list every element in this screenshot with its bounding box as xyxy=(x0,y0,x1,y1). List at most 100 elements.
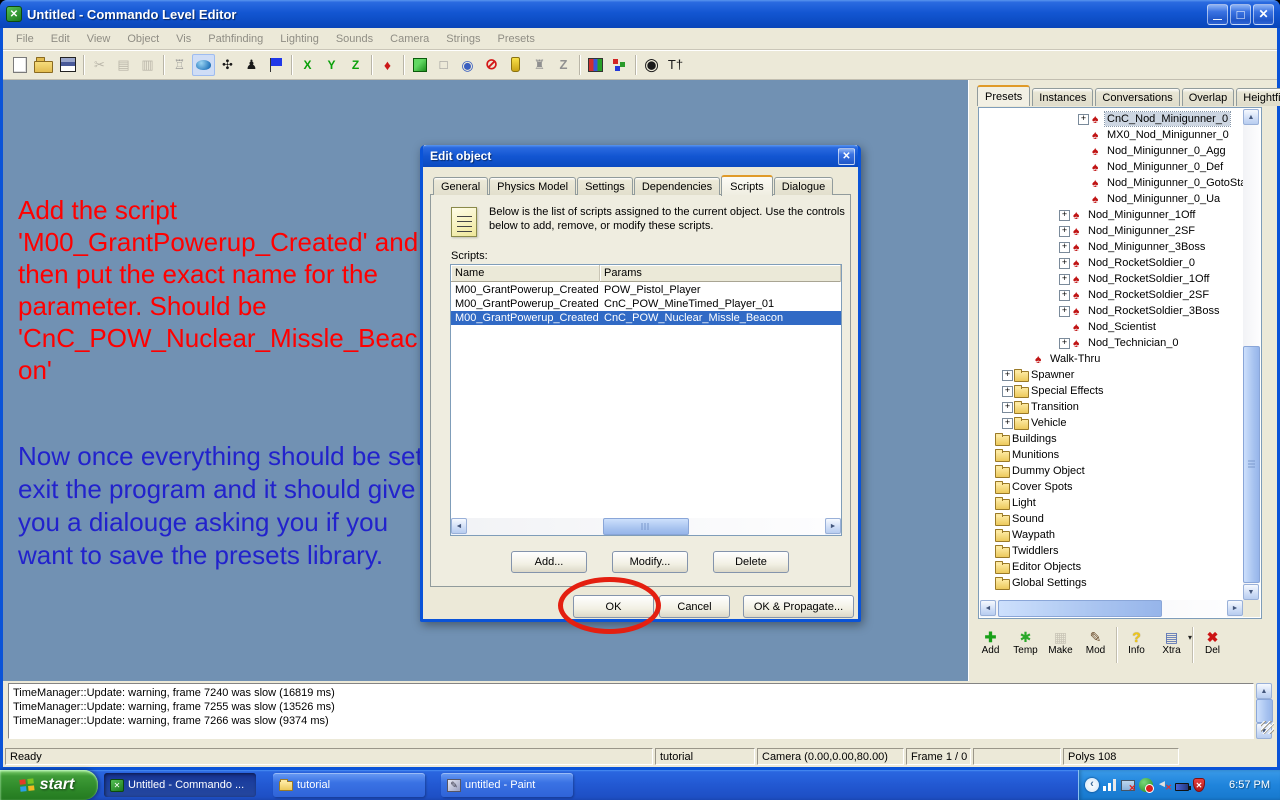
list-horizontal-scrollbar[interactable] xyxy=(451,518,841,535)
copy-icon[interactable]: ▤ xyxy=(112,54,135,76)
temp-preset-button[interactable]: ✱ Temp xyxy=(1010,627,1041,656)
paste-icon[interactable]: ▥ xyxy=(136,54,159,76)
camera-rig-icon[interactable]: ♖ xyxy=(168,54,191,76)
menu-item[interactable]: Presets xyxy=(494,31,539,47)
tree-item[interactable]: Waypath xyxy=(980,527,1243,543)
solid-cube-icon[interactable] xyxy=(408,54,431,76)
drop-to-ground-icon[interactable]: ♦ xyxy=(376,54,399,76)
expand-toggle-icon[interactable] xyxy=(1077,143,1090,159)
dialog-tab[interactable]: Settings xyxy=(577,177,633,195)
expand-toggle-icon[interactable] xyxy=(1058,287,1071,303)
tree-vertical-scrollbar[interactable] xyxy=(1243,109,1260,600)
cut-icon[interactable]: ✂ xyxy=(88,54,111,76)
wireframe-cube-icon[interactable]: □ xyxy=(432,54,455,76)
rgb-dots-icon[interactable] xyxy=(608,54,631,76)
expand-toggle-icon[interactable] xyxy=(1077,159,1090,175)
tree-item[interactable]: Nod_RocketSoldier_1Off xyxy=(980,271,1243,287)
scroll-right-arrow[interactable] xyxy=(825,518,841,534)
expand-toggle-icon[interactable] xyxy=(1001,399,1014,415)
open-file-icon[interactable] xyxy=(32,54,55,76)
tree-item[interactable]: Walk-Thru xyxy=(980,351,1243,367)
tree-item[interactable]: Nod_Minigunner_0_Def xyxy=(980,159,1243,175)
expand-toggle-icon[interactable] xyxy=(1058,207,1071,223)
expand-toggle-icon[interactable] xyxy=(982,543,995,559)
tree-item[interactable]: Nod_Minigunner_2SF xyxy=(980,223,1243,239)
expand-toggle-icon[interactable] xyxy=(1001,415,1014,431)
tree-horizontal-scrollbar[interactable] xyxy=(980,600,1243,617)
tree-item[interactable]: Spawner xyxy=(980,367,1243,383)
battery-icon[interactable] xyxy=(1175,783,1189,791)
tree-item[interactable]: MX0_Nod_Minigunner_0 xyxy=(980,127,1243,143)
expand-toggle-icon[interactable] xyxy=(982,527,995,543)
tree-item[interactable]: Dummy Object xyxy=(980,463,1243,479)
make-preset-button[interactable]: ▦ Make xyxy=(1045,627,1076,656)
script-row[interactable]: M00_GrantPowerup_Created POW_Pistol_Play… xyxy=(451,283,841,297)
panel-tab[interactable]: Heightfield xyxy=(1236,88,1280,106)
menu-item[interactable]: View xyxy=(83,31,115,47)
text-tool-icon[interactable]: T† xyxy=(664,54,687,76)
window-titlebar[interactable]: Untitled - Commando Level Editor xyxy=(0,0,1280,28)
scroll-left-arrow[interactable] xyxy=(451,518,467,534)
expand-toggle-icon[interactable] xyxy=(1001,383,1014,399)
start-button[interactable]: start xyxy=(0,770,98,800)
scroll-track[interactable] xyxy=(467,518,825,535)
scroll-left-arrow[interactable] xyxy=(980,600,996,616)
add-preset-button[interactable]: ✚ Add xyxy=(975,627,1006,656)
tree-item[interactable]: Global Settings xyxy=(980,575,1243,591)
tree-item[interactable]: Nod_Minigunner_0_GotoStar xyxy=(980,175,1243,191)
menu-item[interactable]: Pathfinding xyxy=(204,31,267,47)
tree-item[interactable]: Transition xyxy=(980,399,1243,415)
zone-edit-icon[interactable]: Z xyxy=(552,54,575,76)
scroll-up-arrow[interactable] xyxy=(1256,683,1272,699)
script-row[interactable]: M00_GrantPowerup_Created CnC_POW_Nuclear… xyxy=(451,311,841,325)
expand-toggle-icon[interactable] xyxy=(982,447,995,463)
task-paint[interactable]: untitled - Paint xyxy=(441,773,573,797)
expand-toggle-icon[interactable] xyxy=(1058,303,1071,319)
lamp-icon[interactable] xyxy=(504,54,527,76)
expand-toggle-icon[interactable] xyxy=(1058,271,1071,287)
add-script-button[interactable]: Add... xyxy=(511,551,587,573)
tree-item[interactable]: Nod_Minigunner_0_Agg xyxy=(980,143,1243,159)
tree-item[interactable]: Nod_Scientist xyxy=(980,319,1243,335)
scroll-thumb[interactable] xyxy=(998,600,1162,617)
dialog-tab[interactable]: Dialogue xyxy=(774,177,833,195)
expand-toggle-icon[interactable] xyxy=(1077,111,1090,127)
teapot-object-icon[interactable] xyxy=(192,54,215,76)
tree-item[interactable]: Munitions xyxy=(980,447,1243,463)
menu-item[interactable]: Lighting xyxy=(276,31,323,47)
panel-tab[interactable]: Overlap xyxy=(1182,88,1235,106)
expand-toggle-icon[interactable] xyxy=(982,511,995,527)
delete-script-button[interactable]: Delete xyxy=(713,551,789,573)
volume-muted-icon[interactable] xyxy=(1157,778,1171,792)
menu-item[interactable]: Strings xyxy=(442,31,484,47)
mod-preset-button[interactable]: ✎ Mod xyxy=(1080,627,1111,656)
resize-grip-icon[interactable] xyxy=(1261,721,1274,734)
expand-toggle-icon[interactable] xyxy=(1001,367,1014,383)
menu-item[interactable]: Sounds xyxy=(332,31,377,47)
scroll-down-arrow[interactable] xyxy=(1243,584,1259,600)
expand-toggle-icon[interactable] xyxy=(982,479,995,495)
tree-item[interactable]: CnC_Nod_Minigunner_0 xyxy=(980,111,1243,127)
expand-toggle-icon[interactable] xyxy=(1058,319,1071,335)
tree-item[interactable]: Light xyxy=(980,495,1243,511)
tree-item[interactable]: Nod_Minigunner_1Off xyxy=(980,207,1243,223)
visibility-eye-icon[interactable]: ◉ xyxy=(456,54,479,76)
ok-propagate-button[interactable]: OK & Propagate... xyxy=(743,595,854,618)
del-button[interactable]: ✖ Del xyxy=(1197,627,1228,656)
tree-item[interactable]: Nod_Minigunner_3Boss xyxy=(980,239,1243,255)
z-axis-icon[interactable]: Z xyxy=(344,54,367,76)
walk-mode-icon[interactable]: ♟ xyxy=(240,54,263,76)
expand-toggle-icon[interactable] xyxy=(1058,223,1071,239)
tree-item[interactable]: Special Effects xyxy=(980,383,1243,399)
panel-tab[interactable]: Instances xyxy=(1032,88,1093,106)
level-viewport[interactable]: Add the script 'M00_GrantPowerup_Created… xyxy=(3,80,968,681)
expand-toggle-icon[interactable] xyxy=(982,463,995,479)
scroll-right-arrow[interactable] xyxy=(1227,600,1243,616)
task-tutorial-folder[interactable]: tutorial xyxy=(273,773,425,797)
axis-gizmo-icon[interactable]: ✣ xyxy=(216,54,239,76)
task-commando-editor[interactable]: Untitled - Commando ... xyxy=(104,773,256,797)
tree-item[interactable]: Sound xyxy=(980,511,1243,527)
dialog-tab[interactable]: General xyxy=(433,177,488,195)
rgb-cube-icon[interactable] xyxy=(584,54,607,76)
output-log[interactable]: TimeManager::Update: warning, frame 7240… xyxy=(8,683,1254,739)
